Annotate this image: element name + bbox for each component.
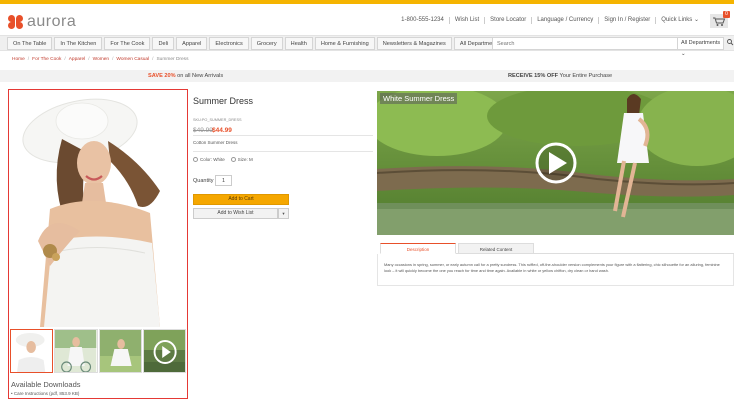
product-sku: SKU:PO_SUMMER_DRESS <box>193 118 242 122</box>
promo-banner: SAVE 20% on all New Arrivals RECEIVE 15%… <box>0 70 734 82</box>
divider <box>193 135 373 136</box>
add-to-cart-button[interactable]: Add to Cart <box>193 194 289 205</box>
add-to-wishlist-button[interactable]: Add to Wish List <box>193 208 278 219</box>
aurora-logo-icon <box>8 15 24 29</box>
divider <box>193 151 373 152</box>
language-currency-link[interactable]: Language / Currency <box>531 17 598 24</box>
wishlist-dropdown-button[interactable]: ▾ <box>278 208 289 219</box>
thumbnail-1[interactable] <box>10 329 54 373</box>
product-tabs: Description Related Content <box>380 243 734 254</box>
nav-tab-on-the-table[interactable]: On The Table <box>7 37 53 50</box>
breadcrumb-for-the-cook[interactable]: For The Cook <box>32 57 61 62</box>
download-link-care-instructions[interactable]: • Care Instructions (pdf, 853.9 KB) <box>11 391 79 396</box>
utility-links: 1-800-555-1234 Wish List Store Locator L… <box>396 17 704 24</box>
nav-tab-for-the-cook[interactable]: For The Cook <box>104 37 151 50</box>
product-video[interactable]: White Summer Dress <box>377 91 734 235</box>
brand-name: aurora <box>27 13 77 30</box>
breadcrumb: Home / For The Cook / Apparel / Women / Wome… <box>12 57 189 62</box>
nav-tab-newsletters[interactable]: Newsletters & Magazines <box>376 37 452 50</box>
search-department-select[interactable]: All Departments ⌄ <box>677 38 725 57</box>
breadcrumb-women-casual[interactable]: Women Casual <box>116 57 149 62</box>
sale-price: $44.99 <box>212 127 232 134</box>
phone-link[interactable]: 1-800-555-1234 <box>396 17 449 24</box>
nav-tab-home-furnishing[interactable]: Home & Furnishing <box>314 37 375 50</box>
breadcrumb-women[interactable]: Women <box>93 57 109 62</box>
breadcrumb-current: Summer Dress <box>156 57 189 62</box>
tab-description[interactable]: Description <box>380 243 456 254</box>
thumbnail-video[interactable] <box>142 329 186 373</box>
thumbnail-strip <box>10 329 186 373</box>
radio-icon <box>193 157 198 162</box>
thumbnail-2[interactable] <box>54 329 98 373</box>
original-price: $49.99 <box>193 127 213 134</box>
nav-tab-electronics[interactable]: Electronics <box>209 37 249 50</box>
promo-entire-purchase[interactable]: RECEIVE 15% OFF Your Entire Purchase <box>508 73 612 79</box>
breadcrumb-home[interactable]: Home <box>12 57 25 62</box>
cart-count-badge: 0 <box>723 11 730 18</box>
breadcrumb-apparel[interactable]: Apparel <box>69 57 86 62</box>
product-title: Summer Dress <box>193 96 254 106</box>
product-options: Color: White Size: M <box>193 157 259 162</box>
downloads-heading: Available Downloads <box>11 380 81 389</box>
product-description: Many occasions in spring, summer, or ear… <box>384 262 720 273</box>
quantity-input[interactable]: 1 <box>215 175 232 186</box>
option-color[interactable]: Color: White <box>193 157 225 162</box>
search-icon[interactable] <box>726 37 734 48</box>
wishlist-link[interactable]: Wish List <box>448 17 484 24</box>
description-panel: Many occasions in spring, summer, or ear… <box>377 254 734 286</box>
search-box: All Departments ⌄ <box>492 37 725 57</box>
quantity-label: Quantity <box>193 178 214 184</box>
nav-tab-health[interactable]: Health <box>284 37 313 50</box>
product-info: Summer Dress SKU:PO_SUMMER_DRESS $49.99 … <box>193 96 373 219</box>
thumbnail-3[interactable] <box>98 329 142 373</box>
nav-tab-deli[interactable]: Deli <box>152 37 175 50</box>
radio-icon <box>230 157 236 162</box>
tab-related-content[interactable]: Related Content <box>458 243 534 254</box>
nav-tab-in-the-kitchen[interactable]: In The Kitchen <box>54 37 103 50</box>
main-product-image[interactable] <box>10 91 186 327</box>
product-gallery: Available Downloads • Care Instructions … <box>8 89 188 399</box>
sign-in-link[interactable]: Sign In / Register <box>598 17 655 24</box>
promo-new-arrivals[interactable]: SAVE 20% on all New Arrivals <box>148 73 223 79</box>
option-size[interactable]: Size: M <box>230 157 253 162</box>
store-locator-link[interactable]: Store Locator <box>484 17 531 24</box>
department-nav: On The Table In The Kitchen For The Cook… <box>0 35 734 57</box>
product-short-description: Cotton Summer Dress <box>193 140 238 145</box>
nav-tab-apparel[interactable]: Apparel <box>176 37 208 50</box>
chevron-down-icon: ▾ <box>282 211 285 216</box>
shopping-cart-button[interactable]: 0 <box>710 11 730 28</box>
quick-links-dropdown[interactable]: Quick Links ⌄ <box>655 17 704 24</box>
search-input[interactable] <box>495 38 675 49</box>
video-title: White Summer Dress <box>380 93 458 104</box>
brand-logo[interactable]: aurora <box>8 13 76 31</box>
nav-tab-grocery[interactable]: Grocery <box>250 37 283 50</box>
site-header: aurora 1-800-555-1234 Wish List Store Lo… <box>0 4 734 36</box>
